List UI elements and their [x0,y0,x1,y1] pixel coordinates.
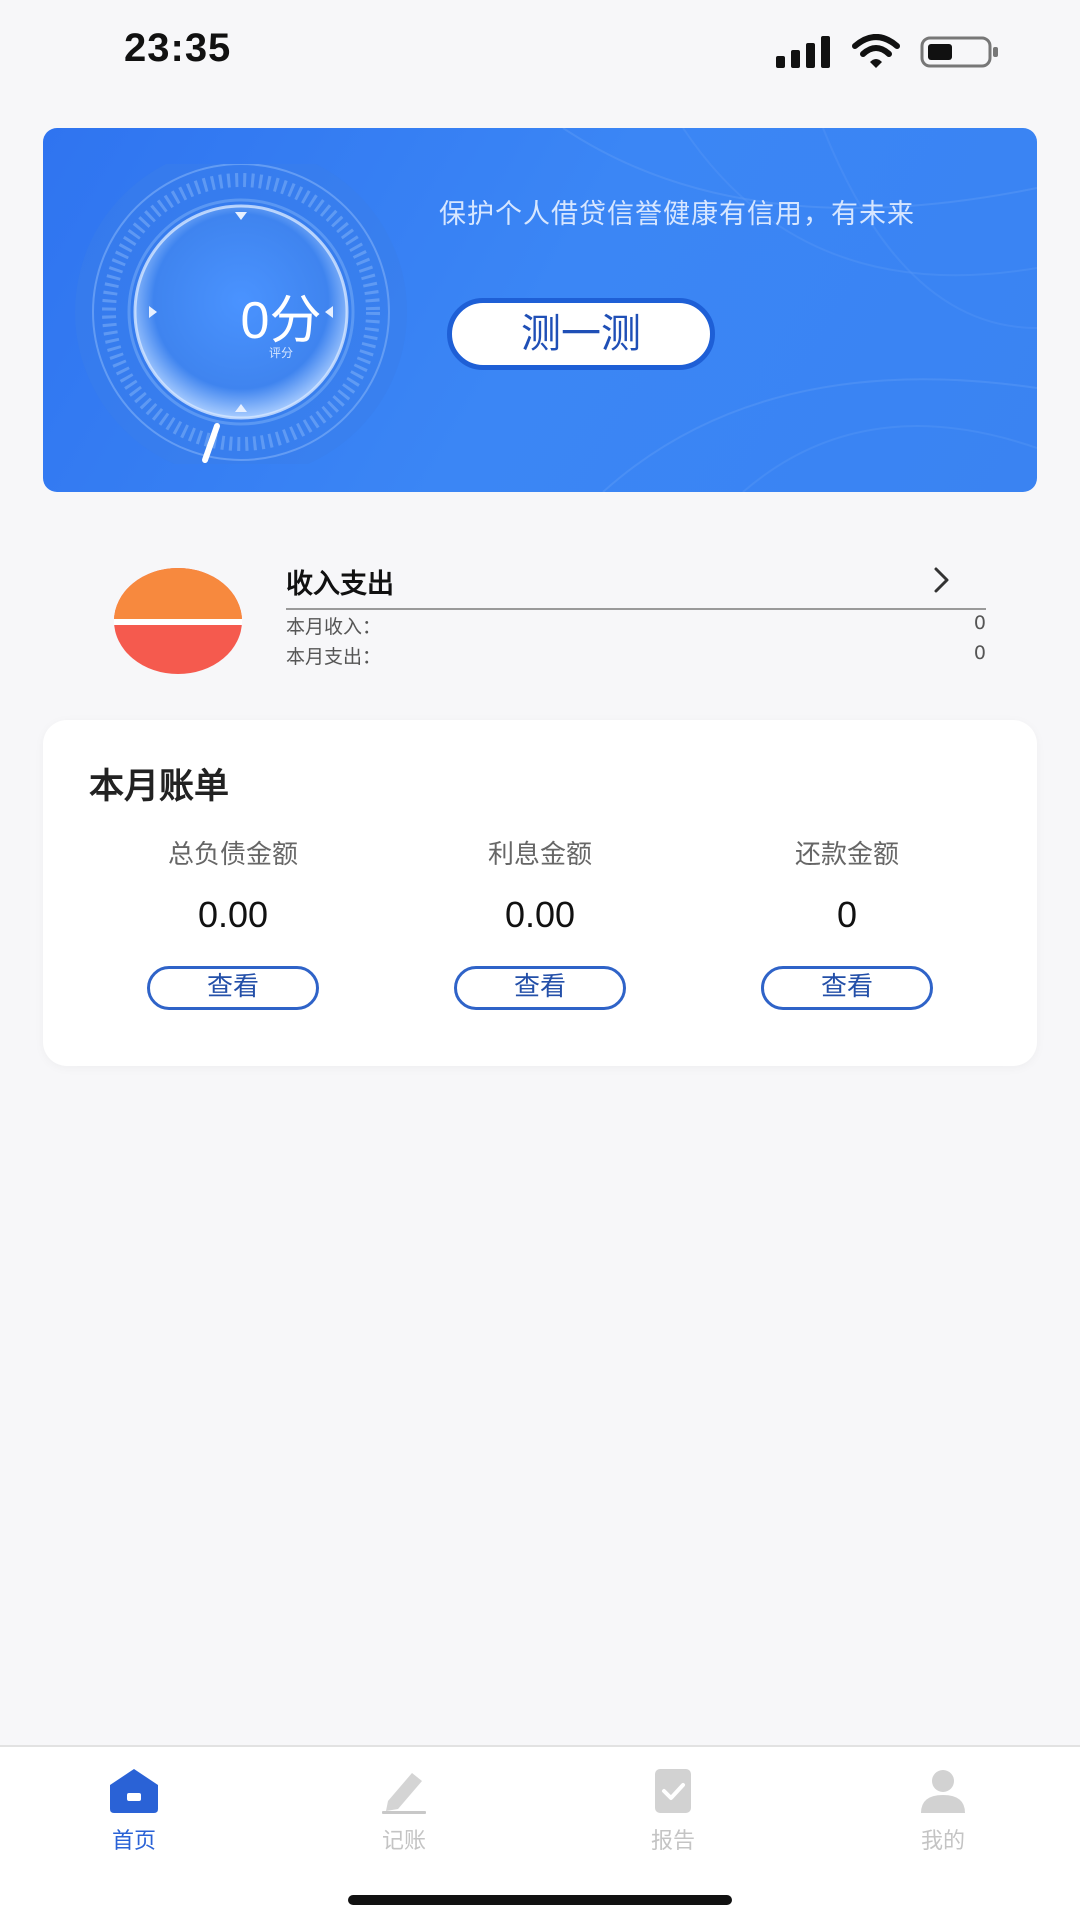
interest-value: 0.00 [504,894,576,935]
monthly-bill-card: 本月账单 总负债金额 0.00 查看 利息金额 0.00 查看 还款金额 0 查… [43,720,1037,1066]
month-income-label: 本月收入： [286,616,382,638]
month-expense-value: 0 [973,642,986,664]
cellular-signal-icon [776,36,830,68]
income-expense-chart-icon [114,568,242,674]
tab-bookkeeping[interactable]: 记账 [334,1763,474,1863]
banner-slogan: 保护个人借贷信誉健康有信用，有未来 [439,199,915,230]
income-expense-title: 收入支出 [286,569,394,600]
interest-label: 利息金额 [487,840,592,870]
view-interest-button[interactable]: 查看 [454,966,626,1010]
app-screen: 23:35 0分 评分 保护个人借贷信誉健康有信用，有未来 测一测 收入支出 本… [0,0,1080,1920]
report-icon [655,1769,691,1813]
view-total-debt-button[interactable]: 查看 [147,966,319,1010]
tab-profile[interactable]: 我的 [873,1763,1013,1863]
month-income-value: 0 [973,612,986,634]
tab-report[interactable]: 报告 [603,1763,743,1863]
score-caption: 评分 [268,346,293,360]
home-indicator[interactable] [348,1895,732,1905]
home-icon [110,1769,158,1813]
income-divider [286,608,986,610]
tab-home-label: 首页 [111,1829,156,1854]
tab-bookkeeping-label: 记账 [381,1829,426,1854]
bottom-tab-bar: 首页 记账 报告 我的 [0,1745,1080,1920]
repayment-value: 0 [836,894,858,935]
pencil-icon [382,1773,426,1814]
view-repayment-button[interactable]: 查看 [761,966,933,1010]
tab-profile-label: 我的 [920,1829,965,1854]
chevron-right-icon[interactable] [932,566,952,594]
tab-report-label: 报告 [650,1829,695,1854]
repayment-label: 还款金额 [794,840,899,870]
status-time: 23:35 [124,26,232,70]
battery-icon [920,36,998,68]
user-icon [921,1770,965,1813]
total-debt-column: 总负债金额 0.00 查看 [123,834,343,1044]
credit-score-banner: 0分 评分 保护个人借贷信誉健康有信用，有未来 测一测 [43,128,1037,492]
tab-home[interactable]: 首页 [64,1763,204,1863]
status-bar: 23:35 [0,0,1080,104]
interest-column: 利息金额 0.00 查看 [430,834,650,1044]
monthly-bill-title: 本月账单 [89,767,230,807]
month-expense-label: 本月支出： [286,646,382,668]
total-debt-label: 总负债金额 [167,840,298,870]
credit-score-value: 0分 [240,292,322,350]
total-debt-value: 0.00 [197,894,269,935]
repayment-column: 还款金额 0 查看 [737,834,957,1044]
test-score-button[interactable]: 测一测 [447,298,715,370]
wifi-icon [852,34,900,68]
income-expense-summary[interactable]: 收入支出 本月收入： 0 本月支出： 0 [0,560,1080,680]
